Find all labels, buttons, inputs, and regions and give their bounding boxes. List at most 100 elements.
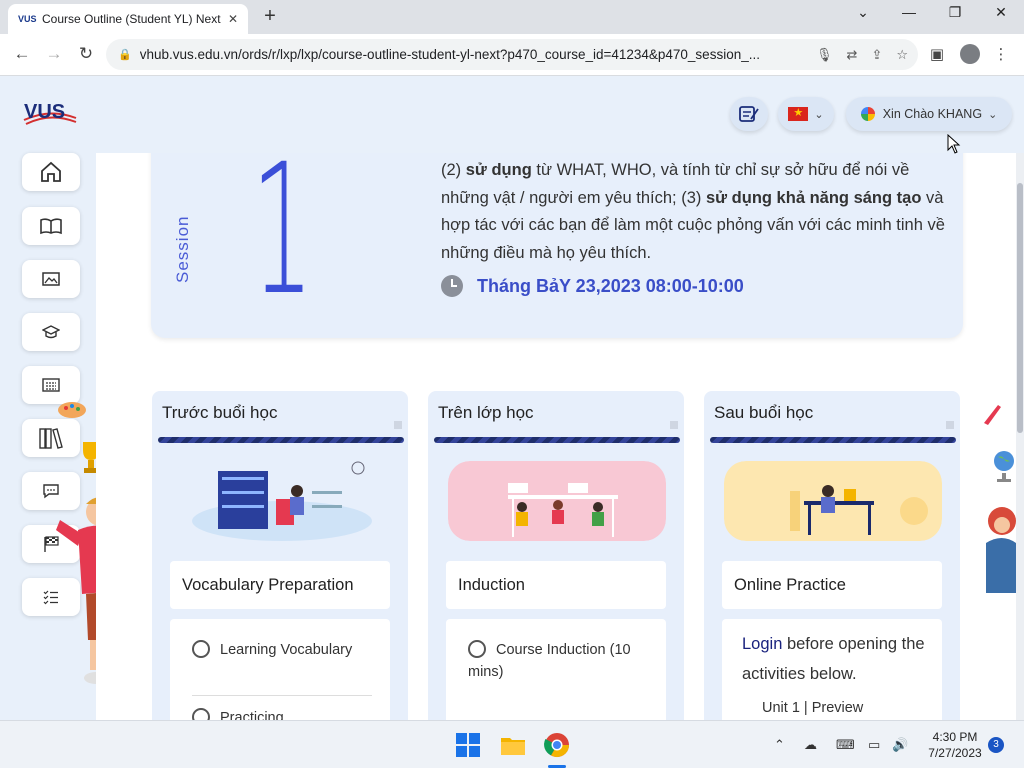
clock-time: 4:30 PM [932, 730, 978, 744]
library-reading-illustration [172, 461, 390, 541]
microphone-icon[interactable]: 🎙 [816, 47, 833, 63]
greeting-text: Xin Chào KHANG [882, 107, 983, 121]
home-study-illustration [724, 461, 942, 541]
pencil-decoration-icon [984, 405, 1001, 425]
network-icon[interactable]: ▭ [868, 737, 880, 753]
clock-date: 7/27/2023 [928, 746, 982, 760]
close-window-button[interactable]: ✕ [986, 4, 1016, 21]
forward-arrow-icon[interactable]: → [42, 44, 66, 64]
back-arrow-icon[interactable]: ← [10, 44, 34, 64]
lock-icon[interactable]: 🔒 [118, 48, 132, 61]
desc-bold: sử dụng khả năng sáng tạo [705, 188, 922, 207]
session-card: Session 1 (2) sử dụng từ WHAT, WHO, và t… [151, 153, 963, 338]
sidebar-item-gallery[interactable] [22, 260, 80, 298]
activity-list: Course Induction (10 mins) [446, 619, 666, 720]
minimize-button[interactable]: — [894, 4, 924, 20]
bookmark-star-icon[interactable]: ☆ [896, 47, 908, 63]
vus-logo[interactable]: VUS [22, 98, 78, 128]
unit-item[interactable]: Unit 1 | Preview [762, 697, 932, 719]
user-menu[interactable]: Xin Chào KHANG ⌄ [846, 97, 1012, 131]
sidebar-item-home[interactable] [22, 153, 80, 191]
checkbox-circle-icon[interactable] [468, 640, 486, 658]
calendar-icon [42, 378, 60, 392]
share-icon[interactable]: ⇪ [871, 47, 882, 63]
activity-list: Learning Vocabulary Practicing [170, 619, 390, 720]
file-explorer-icon[interactable] [499, 731, 527, 759]
scrollbar-thumb[interactable] [1017, 183, 1023, 433]
desc-text: (2) [441, 161, 466, 179]
phase-title: Trên lớp học [438, 403, 534, 422]
volume-icon[interactable]: 🔊 [892, 737, 908, 753]
phase-title: Trước buổi học [162, 403, 278, 422]
corner-fold-icon [946, 421, 954, 429]
side-panel-icon[interactable]: ▣ [926, 45, 948, 63]
checkbox-circle-icon[interactable] [192, 708, 210, 720]
phase-before-class: Trước buổi học Vocabulary Preparation Le… [152, 391, 408, 720]
address-bar[interactable]: 🔒 vhub.vus.edu.vn/ords/r/lxp/lxp/course-… [106, 39, 918, 70]
item-label: Learning Vocabulary [220, 642, 353, 658]
checklist-item[interactable]: Practicing [192, 707, 372, 720]
reload-icon[interactable]: ↻ [74, 44, 98, 64]
activity-card-title[interactable]: Vocabulary Preparation [170, 561, 390, 609]
home-icon [41, 161, 61, 182]
item-label: Practicing [220, 710, 284, 720]
vietnam-flag-icon [788, 106, 809, 121]
corner-fold-icon [394, 421, 402, 429]
login-link[interactable]: Login [742, 635, 782, 653]
activity-card-title[interactable]: Online Practice [722, 561, 942, 609]
google-account-icon [860, 107, 875, 121]
graduation-cap-icon [42, 325, 60, 339]
session-datetime: Tháng BảY 23,2023 08:00-10:00 [441, 275, 744, 297]
notification-badge[interactable]: 3 [988, 737, 1004, 753]
chevron-down-icon: ⌄ [814, 108, 824, 121]
browser-tab[interactable]: VUS Course Outline (Student YL) Next ✕ [8, 4, 248, 34]
login-prompt: Login before opening the activities belo… [742, 629, 932, 689]
chrome-icon[interactable] [543, 731, 571, 759]
globe-decoration-icon [994, 451, 1014, 482]
more-menu-icon[interactable]: ⋮ [990, 45, 1012, 63]
palette-decoration-icon [58, 402, 86, 418]
session-number: 1 [251, 153, 314, 335]
translate-icon[interactable]: ⇄ [847, 47, 858, 63]
session-label: Session [173, 215, 192, 283]
girl-character-illustration [986, 507, 1016, 593]
logo-text: VUS [24, 101, 65, 123]
checkbox-circle-icon[interactable] [192, 640, 210, 658]
checklist-item[interactable]: Course Induction (10 mins) [468, 639, 648, 683]
divider [192, 695, 372, 696]
tab-title: Course Outline (Student YL) Next [42, 12, 221, 26]
sidebar-item-library[interactable] [22, 419, 80, 457]
browser-tab-bar: VUS Course Outline (Student YL) Next ✕ +… [0, 0, 1024, 34]
sidebar-item-graduation[interactable] [22, 313, 80, 351]
restore-button[interactable]: ❐ [940, 4, 970, 21]
phase-divider [434, 437, 680, 443]
page-header: VUS ⌄ Xin Chào KHANG ⌄ [0, 76, 1024, 153]
notes-button[interactable] [730, 97, 768, 131]
tab-search-chevron-icon[interactable]: ⌄ [848, 4, 878, 21]
mouse-cursor-icon [947, 134, 961, 154]
checklist-item[interactable]: Learning Vocabulary [192, 639, 372, 661]
book-open-icon [40, 218, 62, 235]
cloud-offline-icon[interactable]: ☁ [804, 737, 817, 753]
system-clock[interactable]: 4:30 PM 7/27/2023 [920, 729, 990, 761]
phase-divider [158, 437, 404, 443]
keyboard-icon[interactable]: ⌨ [836, 737, 855, 753]
classroom-illustration [448, 461, 666, 541]
language-selector[interactable]: ⌄ [778, 97, 834, 131]
desc-bold: sử dụng [465, 161, 532, 179]
tray-chevron-up-icon[interactable]: ⌃ [774, 737, 785, 753]
datetime-text: Tháng BảY 23,2023 08:00-10:00 [477, 275, 744, 296]
phase-after-class: Sau buổi học Online Practice Login befor… [704, 391, 960, 720]
chevron-down-icon: ⌄ [988, 108, 998, 121]
corner-fold-icon [670, 421, 678, 429]
tab-close-icon[interactable]: ✕ [228, 12, 238, 26]
phase-title: Sau buổi học [714, 403, 814, 422]
new-tab-button[interactable]: + [258, 5, 282, 28]
activity-card-title[interactable]: Induction [446, 561, 666, 609]
page-scrollbar[interactable] [1016, 153, 1024, 720]
windows-start-icon[interactable] [454, 731, 482, 759]
sidebar-item-courses[interactable] [22, 207, 80, 245]
profile-avatar-icon[interactable] [960, 44, 980, 64]
image-icon [42, 272, 60, 286]
windows-taskbar: ⌃ ☁ ⌨ ▭ 🔊 4:30 PM 7/27/2023 3 [0, 720, 1024, 768]
